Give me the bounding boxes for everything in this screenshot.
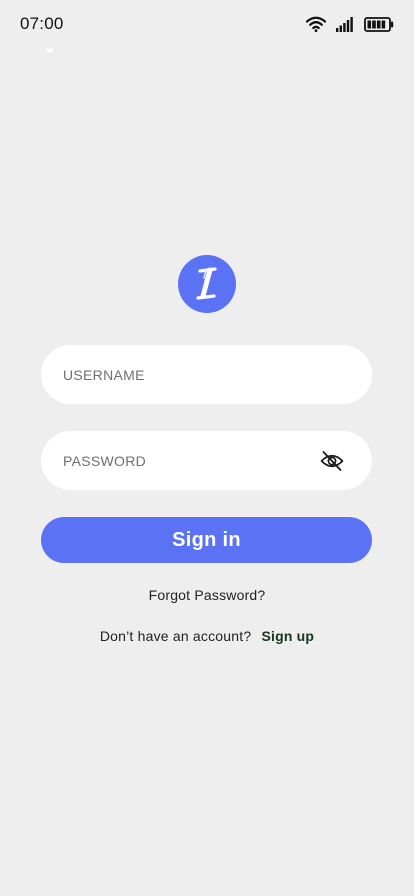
front-camera-indicator-icon: [46, 47, 54, 53]
cellular-signal-icon: [336, 16, 353, 32]
status-time: 07:00: [20, 14, 64, 33]
eye-off-icon[interactable]: [320, 450, 344, 472]
app-logo-icon: [196, 267, 217, 300]
app-logo: [178, 255, 236, 313]
sign-up-link[interactable]: Sign up: [261, 628, 314, 644]
battery-icon: [364, 16, 394, 32]
forgot-password-link[interactable]: Forgot Password?: [0, 587, 414, 603]
signup-prompt: Don’t have an account? Sign up: [0, 628, 414, 644]
status-icons: [306, 16, 394, 32]
wifi-icon: [306, 16, 326, 32]
sign-in-button[interactable]: Sign in: [41, 517, 372, 563]
status-bar: 07:00: [0, 0, 414, 50]
password-input[interactable]: [63, 431, 313, 490]
username-input[interactable]: [63, 345, 313, 404]
no-account-text: Don’t have an account?: [99, 628, 252, 644]
username-field[interactable]: [41, 345, 372, 404]
password-field[interactable]: [41, 431, 372, 490]
